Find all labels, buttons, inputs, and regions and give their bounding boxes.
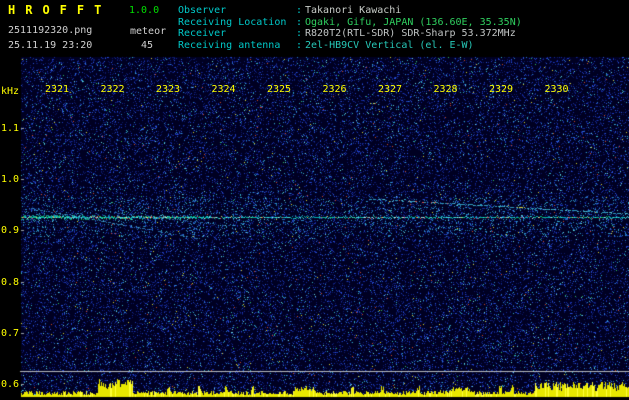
hrofft-window: HROFFT 1.0.0 2511192320.png meteor 25.11… (0, 0, 629, 400)
freq-tick-label: 1.0 (1, 174, 20, 185)
spectrogram-canvas (0, 55, 629, 400)
time-tick-label: 2328 (433, 84, 458, 95)
time-tick-label: 2322 (100, 84, 125, 95)
freq-tick-label: 1.1 (1, 123, 20, 134)
time-tick-label: 2330 (544, 84, 569, 95)
freq-tick-label: 0.7 (1, 328, 20, 339)
time-tick-label: 2321 (45, 84, 70, 95)
time-tick-label: 2326 (322, 84, 347, 95)
freq-tick-label: 0.6 (1, 379, 20, 390)
time-tick-label: 2323 (156, 84, 181, 95)
time-tick-label: 2327 (378, 84, 403, 95)
freq-tick-label: 0.8 (1, 277, 20, 288)
time-tick-label: 2325 (267, 84, 292, 95)
spectrogram-panel: kHz 2321 2322 2323 2324 2325 2326 2327 2328 2329… (0, 0, 629, 400)
freq-tick-label: 0.9 (1, 225, 20, 236)
time-tick-label: 2324 (211, 84, 236, 95)
y-axis-unit: kHz (1, 86, 20, 97)
time-tick-label: 2329 (489, 84, 514, 95)
